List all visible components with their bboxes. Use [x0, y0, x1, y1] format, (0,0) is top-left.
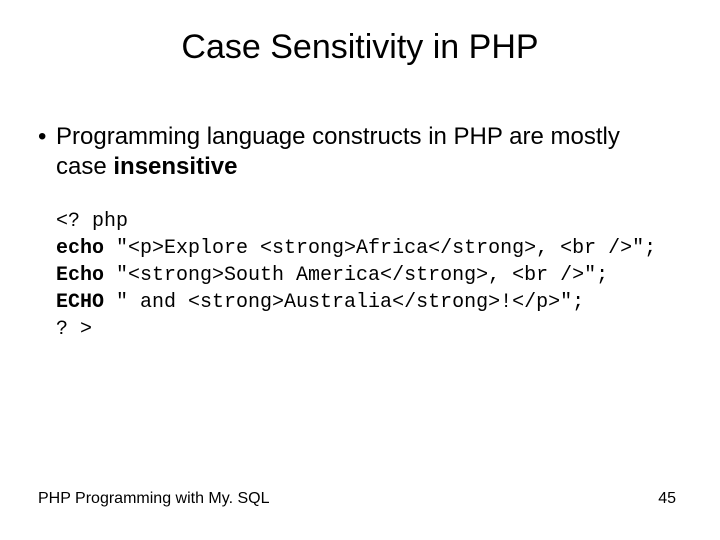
- bullet-text-emph: insensitive: [113, 153, 237, 180]
- code-keyword-echo-1: echo: [56, 237, 104, 260]
- bullet-text: Programming language constructs in PHP a…: [56, 122, 656, 182]
- code-line-3-rest: "<strong>South America</strong>, <br />"…: [104, 264, 608, 287]
- slide-title: Case Sensitivity in PHP: [0, 28, 720, 67]
- footer-left: PHP Programming with My. SQL: [38, 490, 269, 508]
- code-keyword-echo-3: ECHO: [56, 291, 104, 314]
- code-line-2-rest: "<p>Explore <strong>Africa</strong>, <br…: [104, 237, 656, 260]
- bullet-item: •Programming language constructs in PHP …: [38, 122, 680, 182]
- code-line-5: ? >: [56, 318, 92, 341]
- code-line-4-rest: " and <strong>Australia</strong>!</p>";: [104, 291, 584, 314]
- page-number: 45: [658, 490, 676, 508]
- code-line-1: <? php: [56, 210, 128, 233]
- slide: Case Sensitivity in PHP •Programming lan…: [0, 0, 720, 540]
- code-keyword-echo-2: Echo: [56, 264, 104, 287]
- code-block: <? php echo "<p>Explore <strong>Africa</…: [56, 208, 656, 343]
- bullet-dot: •: [38, 122, 56, 152]
